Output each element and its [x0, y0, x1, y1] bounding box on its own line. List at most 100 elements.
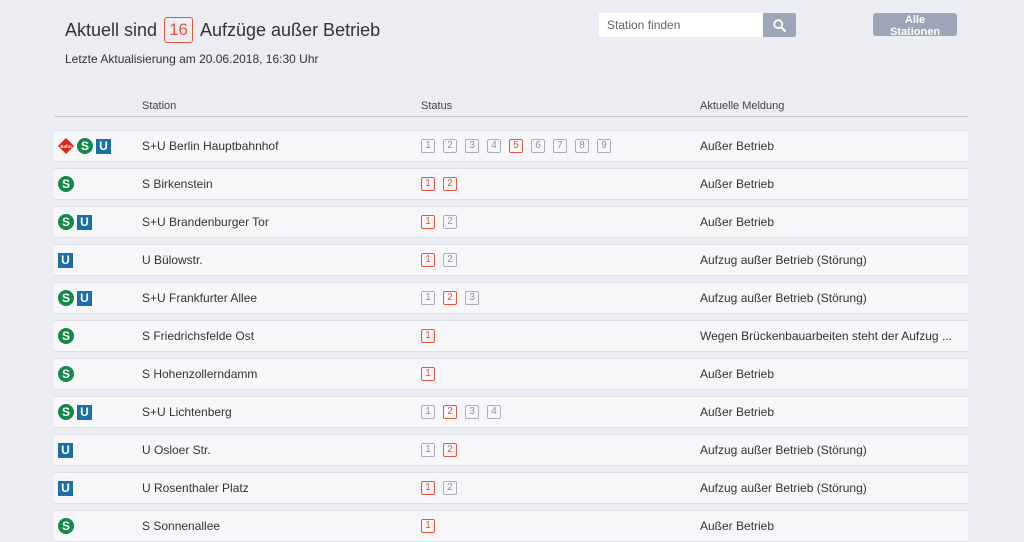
elevator-working[interactable]: 1 — [421, 405, 435, 419]
u-bahn-icon: U — [77, 404, 92, 420]
elevator-out-of-service[interactable]: 2 — [443, 405, 457, 419]
table-row[interactable]: S S Birkenstein 1 2 Außer Betrieb — [54, 168, 968, 200]
elevator-status: 1 — [421, 321, 435, 351]
elevator-working[interactable]: 3 — [465, 139, 479, 153]
line-icons: SU — [58, 207, 92, 237]
elevator-working[interactable]: 3 — [465, 405, 479, 419]
u-bahn-icon: U — [77, 290, 92, 306]
elevator-working[interactable]: 8 — [575, 139, 589, 153]
elevator-out-of-service[interactable]: 1 — [421, 253, 435, 267]
table-row[interactable]: U U Osloer Str. 1 2 Aufzug außer Betrieb (St… — [54, 434, 968, 466]
elevator-out-of-service[interactable]: 2 — [443, 177, 457, 191]
table-row[interactable]: S S Sonnenallee 1 Außer Betrieb — [54, 510, 968, 542]
u-bahn-icon: U — [58, 480, 73, 496]
u-bahn-icon: U — [58, 442, 73, 458]
current-message: Aufzug außer Betrieb (Störung) — [700, 253, 867, 267]
all-stations-button[interactable]: Alle Stationen — [873, 13, 957, 38]
line-icons: S — [58, 511, 74, 541]
elevator-working[interactable]: 4 — [487, 139, 501, 153]
elevator-working[interactable]: 1 — [421, 139, 435, 153]
elevator-out-of-service[interactable]: 1 — [421, 367, 435, 381]
column-header-status: Status — [421, 100, 453, 112]
column-header-station: Station — [142, 100, 177, 112]
elevator-status: 12 — [421, 435, 457, 465]
elevator-out-of-service[interactable]: 1 — [421, 481, 435, 495]
page-header: Aktuell sind 16 Aufzüge außer Betrieb — [65, 14, 380, 46]
table-row[interactable]: S U S+U Frankfurter Allee 1 2 3 Aufzug außer B… — [54, 282, 968, 314]
elevator-working[interactable]: 2 — [443, 215, 457, 229]
title-prefix: Aktuell sind — [65, 19, 158, 40]
line-icons: S — [58, 321, 74, 351]
elevator-working[interactable]: 9 — [597, 139, 611, 153]
elevator-status: 123456789 — [421, 131, 611, 161]
s-bahn-icon: S — [58, 328, 74, 344]
s-bahn-icon: S — [58, 176, 74, 192]
line-icons: U — [58, 435, 73, 465]
table-row[interactable]: S U S+U Lichtenberg 1 2 3 4 Außer Betrieb — [54, 396, 968, 428]
elevator-working[interactable]: 2 — [443, 481, 457, 495]
current-message: Außer Betrieb — [700, 215, 775, 229]
station-name[interactable]: S+U Berlin Hauptbahnhof — [142, 131, 278, 161]
elevator-working[interactable]: 1 — [421, 443, 435, 457]
search-button[interactable] — [763, 13, 796, 37]
s-bahn-icon: S — [58, 518, 74, 534]
title-suffix: Aufzüge außer Betrieb — [199, 19, 381, 40]
line-icons: S — [58, 359, 74, 389]
elevator-out-of-service[interactable]: 1 — [421, 519, 435, 533]
line-icons: SU — [58, 283, 92, 313]
station-name[interactable]: S Hohenzollerndamm — [142, 359, 257, 389]
table-row[interactable]: U U Bülowstr. 1 2 Aufzug außer Betrieb (Stör… — [54, 244, 968, 276]
elevator-working[interactable]: 2 — [443, 139, 457, 153]
elevator-working[interactable]: 3 — [465, 291, 479, 305]
station-search-input[interactable] — [599, 13, 763, 37]
current-message: Aufzug außer Betrieb (Störung) — [700, 481, 867, 495]
elevator-out-of-service[interactable]: 1 — [421, 329, 435, 343]
elevator-status: 12 — [421, 245, 457, 275]
svg-text:Bahn: Bahn — [60, 144, 72, 149]
station-name[interactable]: U Bülowstr. — [142, 245, 203, 275]
station-name[interactable]: U Rosenthaler Platz — [142, 473, 249, 503]
current-message: Wegen Brückenbauarbeiten steht der Aufzu… — [700, 329, 952, 343]
elevator-working[interactable]: 2 — [443, 253, 457, 267]
station-name[interactable]: S+U Brandenburger Tor — [142, 207, 269, 237]
elevator-working[interactable]: 1 — [421, 291, 435, 305]
elevator-working[interactable]: 7 — [553, 139, 567, 153]
station-name[interactable]: U Osloer Str. — [142, 435, 211, 465]
elevator-working[interactable]: 4 — [487, 405, 501, 419]
page-title: Aktuell sind 16 Aufzüge außer Betrieb — [65, 14, 380, 46]
station-name[interactable]: S+U Lichtenberg — [142, 397, 232, 427]
line-icons: S — [58, 169, 74, 199]
u-bahn-icon: U — [77, 214, 92, 230]
current-message: Außer Betrieb — [700, 519, 775, 533]
station-name[interactable]: S Birkenstein — [142, 169, 213, 199]
s-bahn-icon: S — [77, 138, 93, 154]
elevator-status: 1 — [421, 359, 435, 389]
table-row[interactable]: S U S+U Brandenburger Tor 1 2 Außer Betrieb — [54, 206, 968, 238]
current-message: Aufzug außer Betrieb (Störung) — [700, 291, 867, 305]
station-name[interactable]: S+U Frankfurter Allee — [142, 283, 257, 313]
table-row[interactable]: Bahn S U S+U Berlin Hauptbahnhof 1 2 3 4 5 6 7 8 9 Au… — [54, 130, 968, 162]
table-row[interactable]: S S Friedrichsfelde Ost 1 Wegen Brückenbaua… — [54, 320, 968, 352]
elevator-working[interactable]: 6 — [531, 139, 545, 153]
db-bahn-icon: Bahn — [58, 138, 74, 154]
s-bahn-icon: S — [58, 404, 74, 420]
current-message: Außer Betrieb — [700, 405, 775, 419]
elevator-out-of-service[interactable]: 2 — [443, 291, 457, 305]
u-bahn-icon: U — [58, 252, 73, 268]
table-row[interactable]: U U Rosenthaler Platz 1 2 Aufzug außer Betri… — [54, 472, 968, 504]
table-row[interactable]: S S Hohenzollerndamm 1 Außer Betrieb — [54, 358, 968, 390]
current-message: Aufzug außer Betrieb (Störung) — [700, 443, 867, 457]
elevator-status: 1234 — [421, 397, 501, 427]
station-name[interactable]: S Friedrichsfelde Ost — [142, 321, 254, 351]
line-icons: SU — [58, 397, 92, 427]
elevator-out-of-service[interactable]: 5 — [509, 139, 523, 153]
u-bahn-icon: U — [96, 138, 111, 154]
station-name[interactable]: S Sonnenallee — [142, 511, 220, 541]
column-header-message: Aktuelle Meldung — [700, 100, 785, 112]
elevator-out-of-service[interactable]: 1 — [421, 215, 435, 229]
elevator-status: 123 — [421, 283, 479, 313]
current-message: Außer Betrieb — [700, 367, 775, 381]
elevator-out-of-service[interactable]: 2 — [443, 443, 457, 457]
s-bahn-icon: S — [58, 214, 74, 230]
elevator-out-of-service[interactable]: 1 — [421, 177, 435, 191]
